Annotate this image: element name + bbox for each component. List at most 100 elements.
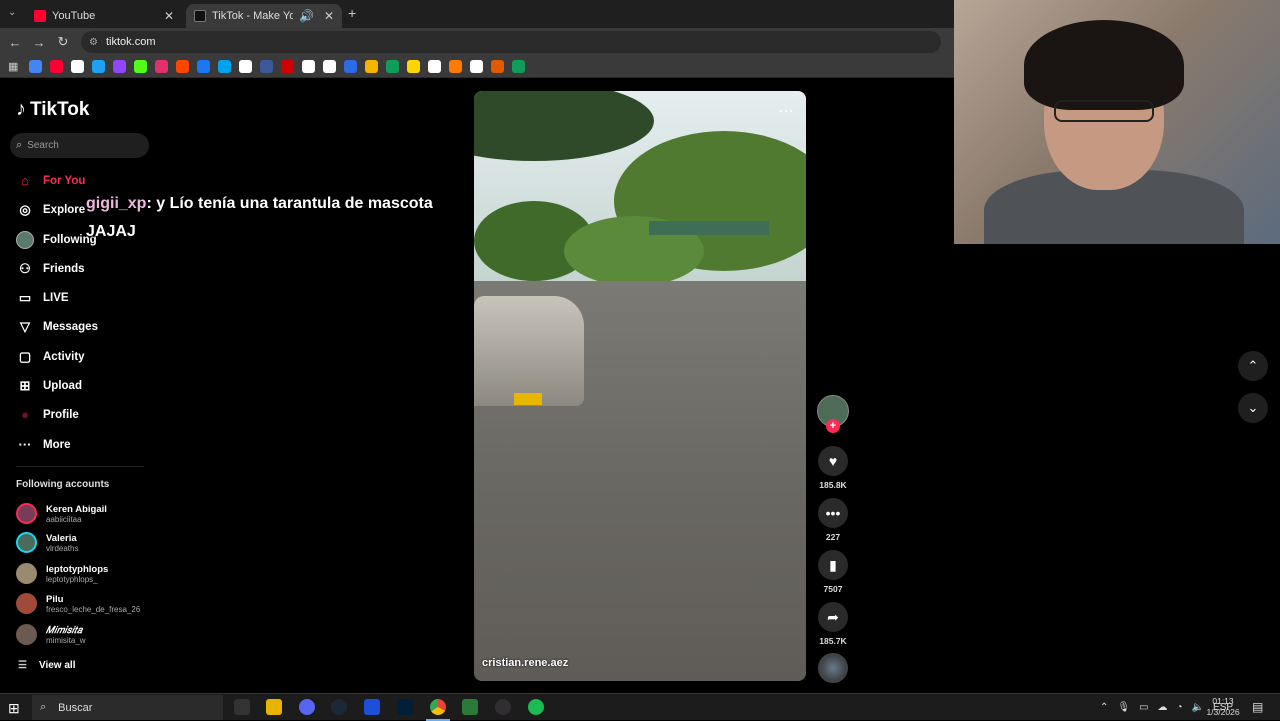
close-tab-icon[interactable]: ✕ xyxy=(164,9,174,23)
video-author[interactable]: cristian.rene.aez xyxy=(482,657,568,669)
bookmark-icon[interactable] xyxy=(50,60,63,73)
following-account[interactable]: 𝑀𝑖𝑚𝑖𝑠𝑖𝑡𝑎 mimisita_w xyxy=(16,624,86,645)
like-button[interactable]: ♥ 185.8K xyxy=(816,446,850,490)
music-disc-icon[interactable] xyxy=(818,653,848,683)
back-arrow-icon[interactable]: ← xyxy=(3,35,27,50)
youtube-favicon-icon xyxy=(34,10,46,22)
tiktok-favicon-icon xyxy=(194,10,206,22)
app-v-icon[interactable] xyxy=(364,699,380,715)
bookmark-icon[interactable] xyxy=(281,60,294,73)
following-account[interactable]: leptotyphlops leptotyphlops_ xyxy=(16,563,108,584)
chat-overlay-message: gigii_xp: y Lío tenía una tarantula de m… xyxy=(86,190,466,246)
tab-tiktok[interactable]: TikTok - Make Your Day 🔊 ✕ xyxy=(186,4,342,28)
bookmark-icon[interactable] xyxy=(449,60,462,73)
sidebar-item-upload[interactable]: ⊞ Upload xyxy=(16,378,82,394)
following-account[interactable]: Pilu fresco_leche_de_fresa_26 xyxy=(16,593,140,614)
account-username: aabiiciitaa xyxy=(46,514,82,524)
speaker-icon[interactable]: 🔊 xyxy=(299,9,314,23)
heart-icon: ♥ xyxy=(818,446,848,476)
video-options-icon[interactable]: ⋯ xyxy=(778,101,794,121)
view-all-link[interactable]: ☰ View all xyxy=(18,660,75,671)
list-icon: ☰ xyxy=(18,660,27,671)
search-input[interactable]: ⌕ Search xyxy=(10,133,149,158)
bookmark-icon[interactable] xyxy=(428,60,441,73)
sidebar-item-more[interactable]: ··· More xyxy=(16,437,71,452)
tab-youtube[interactable]: YouTube ✕ xyxy=(26,4,182,28)
follow-plus-icon[interactable]: + xyxy=(826,419,840,433)
bookmark-icon[interactable] xyxy=(323,60,336,73)
sidebar-item-explore[interactable]: ◎ Explore xyxy=(16,202,85,218)
chevron-up-icon[interactable]: ⌃ xyxy=(1100,702,1108,713)
taskbar-search-input[interactable]: ⌕ Buscar xyxy=(32,695,223,720)
home-icon: ⌂ xyxy=(21,173,29,188)
network-icon[interactable]: ◔ xyxy=(1177,702,1183,713)
cloud-icon[interactable]: ☁ xyxy=(1158,702,1168,713)
avatar xyxy=(16,624,37,645)
bookmark-icon[interactable] xyxy=(155,60,168,73)
bookmark-icon[interactable] xyxy=(176,60,189,73)
sidebar-divider xyxy=(16,466,144,467)
apps-grid-icon[interactable]: ▦ xyxy=(8,60,21,73)
forward-arrow-icon[interactable]: → xyxy=(27,35,51,50)
sidebar-item-profile[interactable]: ● Profile xyxy=(16,407,79,422)
tab-list-chevron-icon[interactable]: ⌄ xyxy=(8,7,16,18)
obs-icon[interactable] xyxy=(495,699,511,715)
next-video-button[interactable]: ⌄ xyxy=(1238,393,1268,423)
close-tab-icon[interactable]: ✕ xyxy=(324,9,334,23)
notifications-icon[interactable]: ▤ xyxy=(1252,700,1263,714)
sidebar-item-label: Upload xyxy=(43,380,82,392)
epic-games-icon[interactable] xyxy=(234,699,250,715)
bookmark-icon[interactable] xyxy=(491,60,504,73)
bookmark-icon[interactable] xyxy=(512,60,525,73)
display-icon[interactable]: ▭ xyxy=(1139,702,1148,713)
bookmark-icon[interactable] xyxy=(134,60,147,73)
bookmark-icon[interactable] xyxy=(407,60,420,73)
sidebar-item-following[interactable]: Following xyxy=(16,231,97,249)
bookmark-icon[interactable] xyxy=(71,60,84,73)
new-tab-button[interactable]: + xyxy=(348,5,356,21)
bookmark-icon[interactable] xyxy=(344,60,357,73)
messages-icon: ▽ xyxy=(20,319,30,334)
previous-video-button[interactable]: ⌃ xyxy=(1238,351,1268,381)
discord-icon[interactable] xyxy=(299,699,315,715)
following-account[interactable]: Keren Abigail aabiiciitaa xyxy=(16,503,107,524)
video-player[interactable]: ⋯ cristian.rene.aez xyxy=(474,91,806,681)
reload-icon[interactable]: ↻ xyxy=(51,34,75,50)
bookmark-icon[interactable] xyxy=(92,60,105,73)
search-icon: ⌕ xyxy=(40,701,47,713)
spotify-icon[interactable] xyxy=(528,699,544,715)
app-shield-icon[interactable] xyxy=(462,699,478,715)
steam-icon[interactable] xyxy=(331,699,347,715)
file-explorer-icon[interactable] xyxy=(266,699,282,715)
comment-button[interactable]: ••• 227 xyxy=(816,498,850,542)
bookmark-icon[interactable] xyxy=(29,60,42,73)
sidebar-item-activity[interactable]: ▢ Activity xyxy=(16,349,85,365)
sidebar-item-friends[interactable]: ⚇ Friends xyxy=(16,261,84,277)
following-account[interactable]: Valeria vlrdeaths xyxy=(16,532,78,553)
bookmark-icon[interactable] xyxy=(218,60,231,73)
save-button[interactable]: ▮ 7507 xyxy=(816,550,850,594)
bookmark-icon[interactable] xyxy=(302,60,315,73)
site-info-icon[interactable]: ⚙ xyxy=(89,37,98,48)
sidebar-item-messages[interactable]: ▽ Messages xyxy=(16,319,98,335)
chrome-icon[interactable] xyxy=(430,699,446,715)
tiktok-logo[interactable]: ♪ TikTok xyxy=(16,98,89,121)
profile-icon: ● xyxy=(21,407,29,422)
photoshop-icon[interactable] xyxy=(397,699,413,715)
microphone-icon[interactable]: 🎙 xyxy=(1117,702,1130,713)
share-button[interactable]: ➦ 185.7K xyxy=(816,602,850,646)
address-bar[interactable]: ⚙ tiktok.com xyxy=(81,31,941,53)
webcam-person-glasses xyxy=(1054,100,1154,122)
bookmark-icon[interactable] xyxy=(386,60,399,73)
bookmark-icon[interactable] xyxy=(470,60,483,73)
bookmark-icon[interactable] xyxy=(260,60,273,73)
bookmark-icon[interactable] xyxy=(113,60,126,73)
bookmark-icon[interactable] xyxy=(365,60,378,73)
bookmark-icon[interactable] xyxy=(197,60,210,73)
taskbar-clock[interactable]: 01:13 1/3/2026 xyxy=(1200,696,1246,718)
sidebar-item-live[interactable]: ▭ LIVE xyxy=(16,290,69,306)
windows-start-icon[interactable]: ⊞ xyxy=(8,700,20,717)
sidebar-item-for-you[interactable]: ⌂ For You xyxy=(16,173,85,188)
account-username: vlrdeaths xyxy=(46,543,79,553)
bookmark-icon[interactable] xyxy=(239,60,252,73)
